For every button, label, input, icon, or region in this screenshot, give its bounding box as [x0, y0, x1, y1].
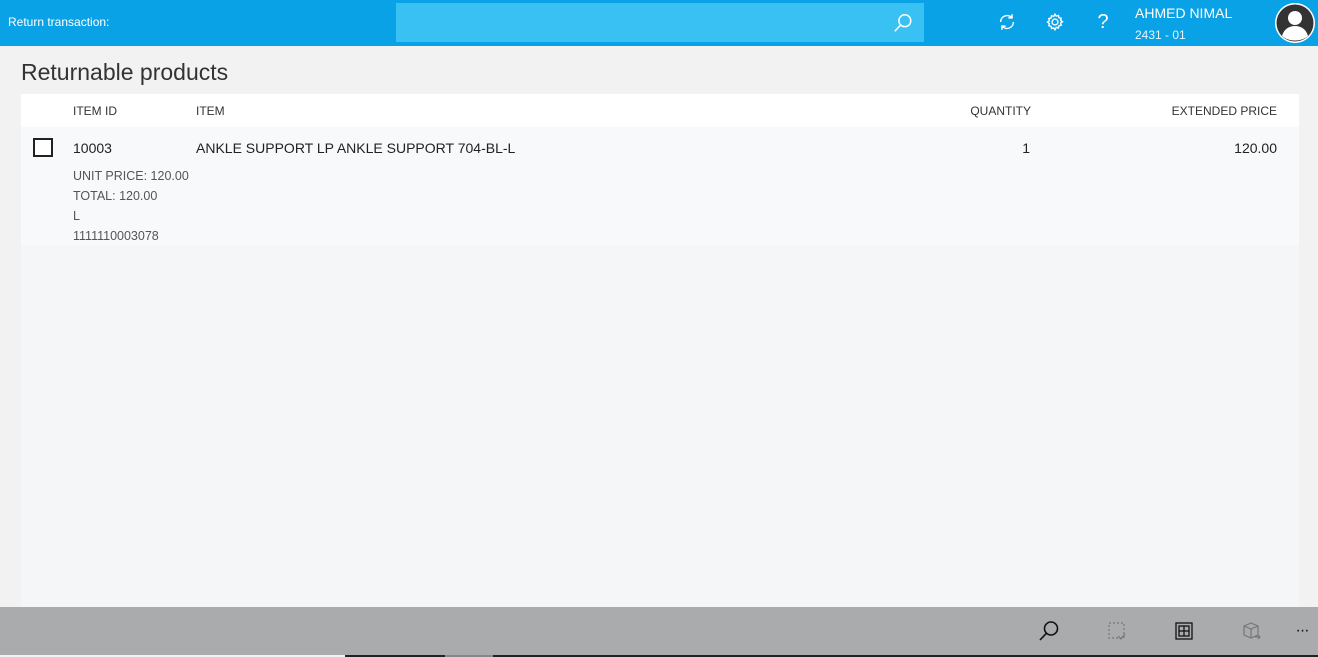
- row-item-id: 10003: [73, 140, 112, 156]
- column-header-item-id[interactable]: ITEM ID: [73, 104, 117, 118]
- row-barcode: 1111110003078: [73, 229, 159, 243]
- column-header-quantity[interactable]: QUANTITY: [970, 104, 1031, 118]
- grid-icon[interactable]: [1172, 619, 1196, 643]
- return-product-icon[interactable]: [1240, 619, 1264, 643]
- search-box[interactable]: [396, 3, 924, 42]
- more-glyph: ···: [1295, 622, 1310, 639]
- help-icon[interactable]: ?: [1091, 10, 1115, 34]
- search-input[interactable]: [396, 3, 924, 42]
- top-bar: Return transaction: ? AHMED NIMAL 2431 -…: [0, 0, 1318, 46]
- select-icon[interactable]: [1105, 619, 1129, 643]
- row-unit-price: UNIT PRICE: 120.00: [73, 169, 189, 183]
- gear-icon[interactable]: [1043, 10, 1067, 34]
- table-header: ITEM ID ITEM QUANTITY EXTENDED PRICE: [21, 94, 1299, 127]
- header-title: Return transaction:: [8, 15, 110, 29]
- help-glyph: ?: [1097, 10, 1109, 33]
- row-item-description: ANKLE SUPPORT LP ANKLE SUPPORT 704-BL-L: [196, 140, 516, 156]
- table-row[interactable]: 10003 ANKLE SUPPORT LP ANKLE SUPPORT 704…: [21, 127, 1299, 246]
- app-bar: ···: [0, 607, 1318, 655]
- search-icon[interactable]: [892, 12, 914, 34]
- user-avatar-icon: [1275, 3, 1315, 43]
- row-checkbox[interactable]: [33, 138, 53, 157]
- refresh-icon[interactable]: [995, 10, 1019, 34]
- row-variant: L: [73, 209, 80, 223]
- avatar[interactable]: [1275, 3, 1315, 43]
- page-title: Returnable products: [21, 59, 229, 85]
- column-header-extended-price[interactable]: EXTENDED PRICE: [1172, 104, 1277, 118]
- more-icon[interactable]: ···: [1290, 619, 1314, 643]
- store-register: 2431 - 01: [1135, 28, 1186, 42]
- row-extended-price: 120.00: [1234, 140, 1277, 156]
- row-quantity: 1: [1022, 140, 1030, 156]
- returnable-products-table: ITEM ID ITEM QUANTITY EXTENDED PRICE 100…: [21, 94, 1299, 607]
- user-name[interactable]: AHMED NIMAL: [1135, 5, 1232, 21]
- main-content: Returnable products ITEM ID ITEM QUANTIT…: [0, 46, 1318, 607]
- search-icon[interactable]: [1037, 619, 1061, 643]
- column-header-item[interactable]: ITEM: [196, 104, 225, 118]
- row-total: TOTAL: 120.00: [73, 189, 158, 203]
